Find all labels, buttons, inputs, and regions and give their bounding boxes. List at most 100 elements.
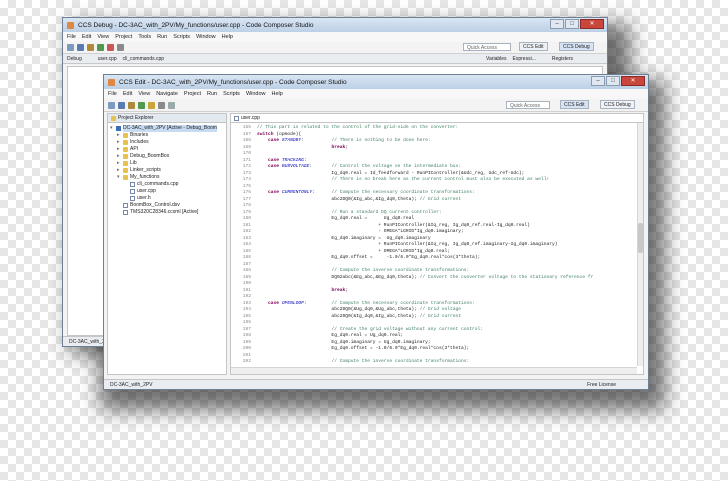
- tree-item[interactable]: ▸ Includes: [110, 139, 224, 146]
- folder-icon: [123, 175, 128, 180]
- front-menu-navigate[interactable]: Navigate: [156, 91, 178, 97]
- expand-arrow-icon[interactable]: ▸: [117, 146, 121, 153]
- new-icon[interactable]: [108, 101, 115, 109]
- tree-item[interactable]: BoomBox_Control.dsv: [110, 202, 224, 209]
- code-text: break;: [331, 144, 348, 150]
- tree-item[interactable]: ▸ Linker_scripts: [110, 167, 224, 174]
- tree-item[interactable]: cli_commands.cpp: [110, 181, 224, 188]
- tree-item-label: Linker_scripts: [130, 167, 161, 173]
- back-menu-view[interactable]: View: [97, 34, 109, 40]
- code-text: // Compute the inverse coordinate transf…: [331, 359, 470, 364]
- back-quick-access[interactable]: Quick Access: [463, 43, 511, 51]
- back-title-bar: CCS Debug - DC-3AC_with_2PV/My_functions…: [63, 18, 607, 32]
- front-quick-access[interactable]: Quick Access: [506, 101, 550, 109]
- tree-item-label: Includes: [130, 139, 149, 145]
- front-menu-file[interactable]: File: [108, 91, 117, 97]
- front-menu-edit[interactable]: Edit: [123, 91, 132, 97]
- build-icon[interactable]: [128, 101, 135, 109]
- tree-item[interactable]: ▸ Binaries: [110, 132, 224, 139]
- tree-item[interactable]: TMS320C28346.ccxml [Active]: [110, 209, 224, 216]
- project-icon: [116, 126, 121, 131]
- expand-arrow-icon[interactable]: ▸: [117, 139, 121, 146]
- maximize-button[interactable]: □: [565, 19, 579, 29]
- debug-icon[interactable]: [97, 44, 104, 51]
- expand-arrow-icon[interactable]: ▸: [117, 167, 121, 174]
- back-arrow-icon[interactable]: [168, 101, 175, 109]
- back-menu-tools[interactable]: Tools: [138, 34, 151, 40]
- tree-item[interactable]: ▾ My_functions: [110, 174, 224, 181]
- expand-arrow-icon[interactable]: ▸: [117, 132, 121, 139]
- front-perspective-debug[interactable]: CCS Debug: [600, 100, 635, 109]
- editor-tab-row: user.cpp: [231, 114, 643, 123]
- project-tree: ▾ DC-3AC_with_2PV [Active - Debug_Boom ▸ Bi…: [108, 123, 226, 218]
- ccs-app-icon: [108, 78, 115, 86]
- front-menu-run[interactable]: Run: [207, 91, 217, 97]
- back-menu-edit[interactable]: Edit: [82, 34, 91, 40]
- tree-item[interactable]: user.h: [110, 195, 224, 202]
- close-button[interactable]: ✕: [580, 19, 604, 29]
- code-editor[interactable]: 165// This part is related to the contro…: [231, 123, 643, 366]
- flash-icon[interactable]: [148, 101, 155, 109]
- tab-cli-commands[interactable]: cli_commands.cpp: [123, 56, 164, 62]
- tab-debug[interactable]: Debug: [67, 56, 82, 62]
- front-toolbar: Quick Access CCS Edit CCS Debug: [104, 99, 648, 112]
- horizontal-scrollbar[interactable]: [231, 367, 637, 374]
- debug-icon[interactable]: [138, 101, 145, 109]
- file-icon: [130, 189, 135, 194]
- front-window-title: CCS Edit - DC-3AC_with_2PV/My_functions/…: [119, 78, 347, 86]
- new-icon[interactable]: [67, 44, 74, 51]
- maximize-button[interactable]: □: [606, 76, 620, 86]
- back-menu-help[interactable]: Help: [222, 34, 233, 40]
- front-menu-scripts[interactable]: Scripts: [223, 91, 240, 97]
- save-icon[interactable]: [77, 44, 84, 51]
- back-menubar: File Edit View Project Tools Run Scripts Window…: [63, 32, 607, 42]
- save-icon[interactable]: [118, 101, 125, 109]
- back-perspective-edit[interactable]: CCS Edit: [519, 42, 548, 51]
- front-menu-help[interactable]: Help: [272, 91, 283, 97]
- cpp-file-icon: [234, 115, 239, 121]
- folder-icon: [123, 140, 128, 145]
- front-perspective-edit[interactable]: CCS Edit: [560, 100, 589, 109]
- front-menu-project[interactable]: Project: [184, 91, 201, 97]
- back-tab-row: Debug user.cpp cli_commands.cpp Variable…: [63, 54, 607, 64]
- back-menu-file[interactable]: File: [67, 34, 76, 40]
- code-line[interactable]: 189 DQ02abc(&Eg_abc,&Eg_dq0,theta); // C…: [231, 275, 643, 282]
- front-menu-window[interactable]: Window: [246, 91, 266, 97]
- code-line[interactable]: 202 // Compute the inverse coordinate tr…: [231, 359, 643, 366]
- tab-expressions[interactable]: Expressi...: [513, 56, 536, 62]
- back-perspective-debug[interactable]: CCS Debug: [559, 42, 594, 51]
- project-explorer-header: Project Explorer: [108, 114, 226, 123]
- editor-tab-user-cpp[interactable]: user.cpp: [241, 114, 260, 122]
- expand-arrow-icon[interactable]: ▸: [117, 153, 121, 160]
- tree-item[interactable]: ▸ Debug_BoomBox: [110, 153, 224, 160]
- tree-item[interactable]: ▸ API: [110, 146, 224, 153]
- front-title-bar: CCS Edit - DC-3AC_with_2PV/My_functions/…: [104, 75, 648, 89]
- back-menu-project[interactable]: Project: [115, 34, 132, 40]
- front-window: CCS Edit - DC-3AC_with_2PV/My_functions/…: [103, 74, 649, 390]
- expand-arrow-icon[interactable]: ▾: [110, 125, 114, 132]
- run-icon[interactable]: [107, 44, 114, 51]
- scrollbar-thumb[interactable]: [638, 223, 643, 253]
- front-menu-view[interactable]: View: [138, 91, 150, 97]
- minimize-button[interactable]: –: [550, 19, 564, 29]
- tab-variables[interactable]: Variables: [486, 56, 506, 62]
- tree-item-label: TMS320C28346.ccxml [Active]: [130, 209, 199, 215]
- explorer-icon: [111, 115, 116, 121]
- back-menu-scripts[interactable]: Scripts: [173, 34, 190, 40]
- close-button[interactable]: ✕: [621, 76, 645, 86]
- expand-arrow-icon[interactable]: ▾: [117, 174, 121, 181]
- tab-registers[interactable]: Registers: [552, 56, 573, 62]
- back-menu-run[interactable]: Run: [157, 34, 167, 40]
- folder-icon: [123, 154, 128, 159]
- tree-item[interactable]: ▾ DC-3AC_with_2PV [Active - Debug_Boom: [110, 125, 224, 132]
- tab-user-cpp[interactable]: user.cpp: [98, 56, 117, 62]
- minimize-button[interactable]: –: [591, 76, 605, 86]
- expand-arrow-icon[interactable]: ▸: [117, 160, 121, 167]
- build-icon[interactable]: [87, 44, 94, 51]
- search-icon[interactable]: [158, 101, 165, 109]
- tree-item[interactable]: ▸ Lib: [110, 160, 224, 167]
- editor-scrollbar[interactable]: [637, 123, 643, 366]
- back-menu-window[interactable]: Window: [196, 34, 216, 40]
- search-icon[interactable]: [117, 44, 124, 51]
- tree-item[interactable]: user.cpp: [110, 188, 224, 195]
